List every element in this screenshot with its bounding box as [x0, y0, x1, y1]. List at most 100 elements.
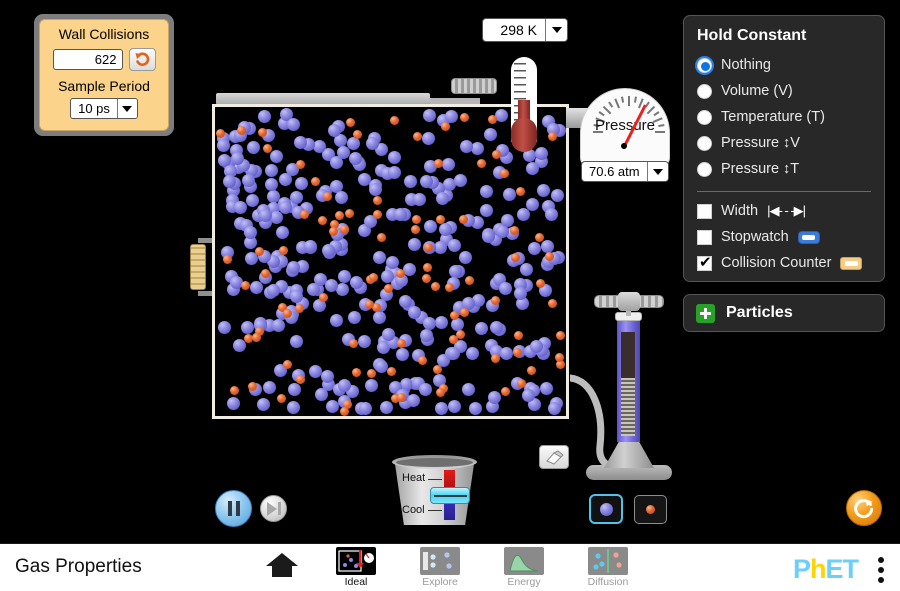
phet-logo[interactable]: PhET [793, 554, 859, 585]
gauge-tick [633, 96, 638, 103]
container-resize-handle[interactable] [190, 244, 206, 290]
light-particle [410, 224, 420, 234]
heavy-particle [359, 402, 373, 416]
radio-pressure-v[interactable]: Pressure ↕V [697, 130, 871, 156]
radio-button[interactable] [697, 57, 712, 73]
checkbox-collision-counter[interactable]: Collision Counter [697, 250, 871, 276]
pump-knob[interactable] [618, 292, 640, 311]
heavy-particle [314, 387, 328, 401]
heavy-particle [528, 242, 542, 256]
light-particle [368, 272, 378, 282]
thermometer-bulb [511, 118, 537, 152]
light-particle [460, 307, 469, 317]
chevron-down-icon[interactable] [545, 19, 567, 41]
heavy-particle [257, 110, 271, 124]
sample-period-value: 10 ps [78, 101, 110, 116]
heavy-particle [289, 190, 303, 204]
light-particle [516, 187, 526, 197]
container-lid-handle[interactable] [451, 78, 497, 94]
pump-ribs [621, 378, 635, 436]
heavy-particle [222, 174, 236, 188]
radio-button[interactable] [697, 109, 712, 125]
collision-counter-reset-button[interactable] [128, 48, 156, 71]
light-particle [345, 118, 355, 128]
heavy-particle [279, 200, 293, 214]
light-particle [278, 245, 288, 255]
light-particle-radio[interactable] [634, 495, 667, 524]
light-particle [251, 333, 261, 343]
checkbox-box[interactable] [697, 203, 712, 219]
pressure-value: 70.6 atm [589, 164, 640, 179]
heavy-particle [544, 208, 558, 222]
heavy-particle [487, 391, 501, 405]
heavy-particle [475, 322, 489, 336]
heavy-particle [241, 320, 255, 334]
radio-temperature[interactable]: Temperature (T) [697, 104, 871, 130]
heater-cooler-control[interactable]: Heat Cool [392, 455, 477, 525]
heavy-particle-radio[interactable] [589, 494, 623, 524]
radio-nothing[interactable]: Nothing [697, 52, 871, 78]
heavy-particle [423, 317, 437, 331]
checkbox-width[interactable]: Width |◀- - -▶| [697, 198, 871, 224]
screen-label-diffusion: Diffusion [587, 576, 629, 588]
light-particle [230, 385, 240, 395]
screen-thumb-energy [504, 547, 544, 575]
radio-volume[interactable]: Volume (V) [697, 78, 871, 104]
heavy-particle [388, 165, 402, 179]
collision-counter-panel[interactable]: Wall Collisions 622 Sample Period 10 ps [34, 14, 174, 136]
chevron-down-icon[interactable] [116, 99, 137, 118]
kebab-menu-icon[interactable] [878, 557, 884, 583]
light-particle [296, 374, 306, 384]
heavy-particle [246, 140, 260, 154]
plus-icon[interactable] [696, 303, 715, 323]
cool-label: Cool [402, 504, 425, 516]
screen-tab-energy[interactable]: Energy [493, 547, 555, 588]
checkbox-stopwatch[interactable]: Stopwatch [697, 224, 871, 250]
light-particle [500, 386, 510, 396]
sim-title: Gas Properties [15, 556, 142, 577]
heavy-particle [448, 239, 462, 253]
heavy-particle [289, 290, 303, 304]
heavy-particle [480, 185, 494, 199]
gauge-tick [598, 111, 605, 117]
temperature-combobox[interactable]: 298 K [482, 18, 568, 42]
radio-button[interactable] [697, 83, 712, 99]
light-particle [459, 113, 469, 123]
heavy-particle [500, 213, 514, 227]
light-particle [430, 281, 440, 291]
heavy-particle [365, 136, 379, 150]
checkbox-box[interactable] [697, 229, 712, 245]
heavy-particle [324, 279, 338, 293]
light-particle [390, 115, 399, 125]
screen-tab-ideal[interactable]: Ideal [325, 547, 387, 588]
pause-button[interactable] [215, 490, 252, 527]
screen-tab-diffusion[interactable]: Diffusion [577, 547, 639, 588]
cool-tick [428, 510, 442, 511]
light-particle [490, 353, 500, 363]
gas-container[interactable] [212, 104, 569, 419]
heavy-particle [408, 237, 422, 251]
screen-tab-explore[interactable]: Explore [409, 547, 471, 588]
heavy-particle [365, 378, 379, 392]
light-particle [432, 364, 442, 374]
radio-button[interactable] [697, 161, 712, 177]
heavy-particle [357, 335, 371, 349]
ideal-screen-icon [338, 550, 374, 572]
eraser-button[interactable] [539, 445, 569, 469]
heavy-particle [288, 382, 301, 396]
heat-cool-slider-thumb[interactable] [430, 487, 470, 504]
home-button[interactable] [265, 551, 299, 584]
radio-pressure-t[interactable]: Pressure ↕T [697, 156, 871, 182]
particles-accordion[interactable]: Particles [683, 294, 885, 332]
reset-all-button[interactable] [846, 490, 882, 526]
light-particle [223, 255, 233, 265]
sample-period-combobox[interactable]: 10 ps [70, 98, 138, 119]
radio-button[interactable] [697, 135, 712, 151]
heavy-particle [453, 174, 467, 188]
heavy-particle [218, 321, 232, 335]
checkbox-box[interactable] [697, 253, 712, 271]
pressure-units-combobox[interactable]: 70.6 atm [581, 161, 669, 182]
chevron-down-icon[interactable] [646, 162, 668, 181]
pressure-gauge-label: Pressure [594, 117, 656, 134]
step-forward-button[interactable] [260, 495, 287, 522]
